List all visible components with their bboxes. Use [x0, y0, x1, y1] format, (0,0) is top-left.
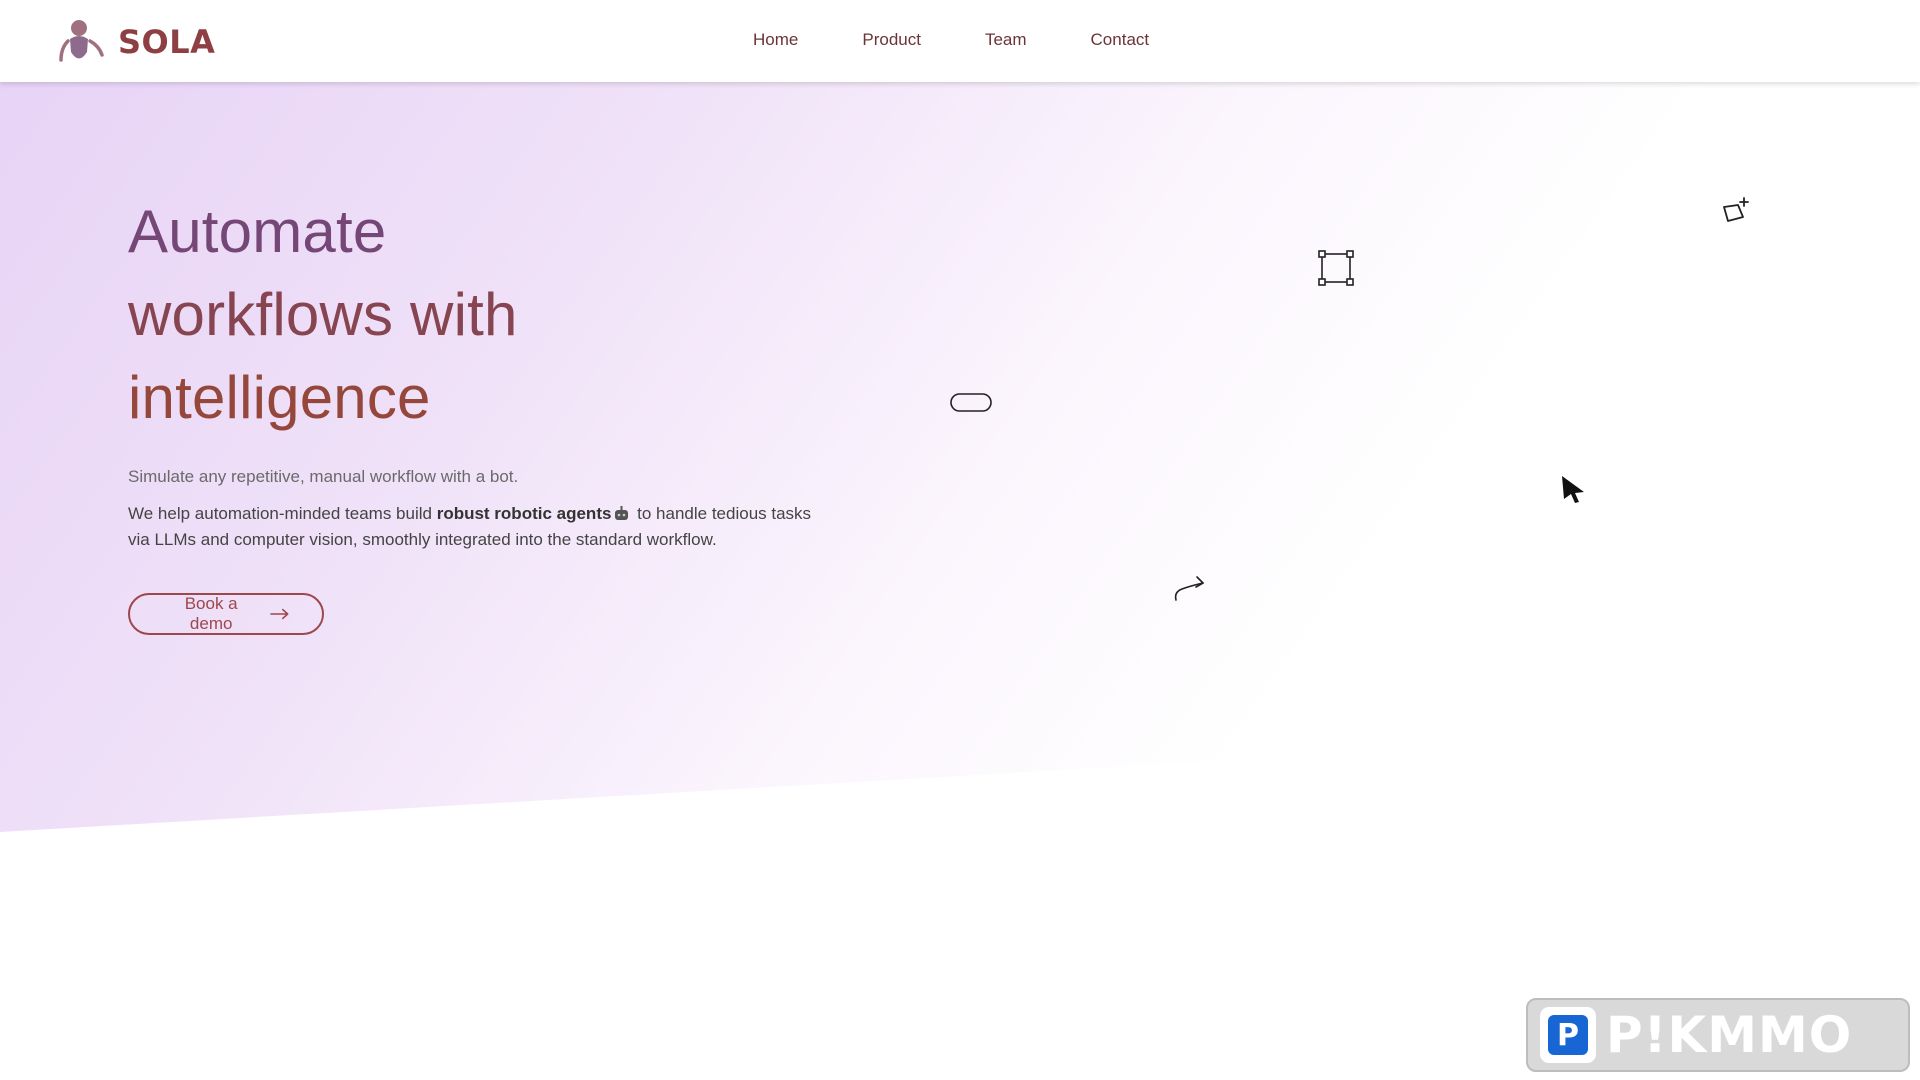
headline-line-1: Automate	[128, 198, 387, 265]
watermark-logo: P P!KMMO	[1526, 998, 1910, 1072]
nav-home[interactable]: Home	[753, 28, 798, 52]
robot-logo-icon	[59, 20, 104, 62]
cursor-pointer-icon	[1562, 476, 1584, 503]
hero-headline: Automate workflows with intelligence	[128, 190, 848, 439]
watermark-text: P!KMMO	[1606, 1006, 1853, 1064]
book-demo-button[interactable]: Book a demo	[128, 593, 324, 635]
desc-text-before: We help automation-minded teams build	[128, 504, 437, 523]
site-header: SOLA Home Product Team Contact	[0, 0, 1920, 82]
hero-tagline: Simulate any repetitive, manual workflow…	[128, 467, 519, 486]
hero-section: Automate workflows with intelligence Sim…	[128, 190, 848, 635]
main-nav: Home Product Team Contact	[753, 28, 1149, 52]
nav-team[interactable]: Team	[985, 28, 1027, 52]
magic-tag-icon	[1723, 197, 1749, 222]
watermark-letter: P	[1548, 1015, 1588, 1055]
headline-line-2: workflows with	[128, 281, 518, 348]
hero-description: We help automation-minded teams build ro…	[128, 501, 828, 553]
pill-outline-icon	[950, 393, 992, 412]
curved-arrow-icon	[1174, 576, 1204, 601]
arrow-right-icon	[270, 608, 289, 620]
book-demo-label: Book a demo	[184, 594, 238, 633]
page: SOLA Home Product Team Contact Automate …	[0, 0, 1920, 1080]
nav-contact[interactable]: Contact	[1091, 28, 1150, 52]
watermark-tile: P	[1540, 1007, 1596, 1063]
brand-name: SOLA	[118, 23, 216, 61]
crop-frame-icon	[1318, 250, 1354, 286]
headline-line-3: intelligence	[128, 364, 431, 431]
nav-product[interactable]: Product	[862, 28, 921, 52]
robot-emoji-icon	[615, 506, 629, 520]
brand-logo[interactable]: SOLA	[58, 18, 215, 66]
desc-bold-text: robust robotic agents	[436, 504, 612, 523]
